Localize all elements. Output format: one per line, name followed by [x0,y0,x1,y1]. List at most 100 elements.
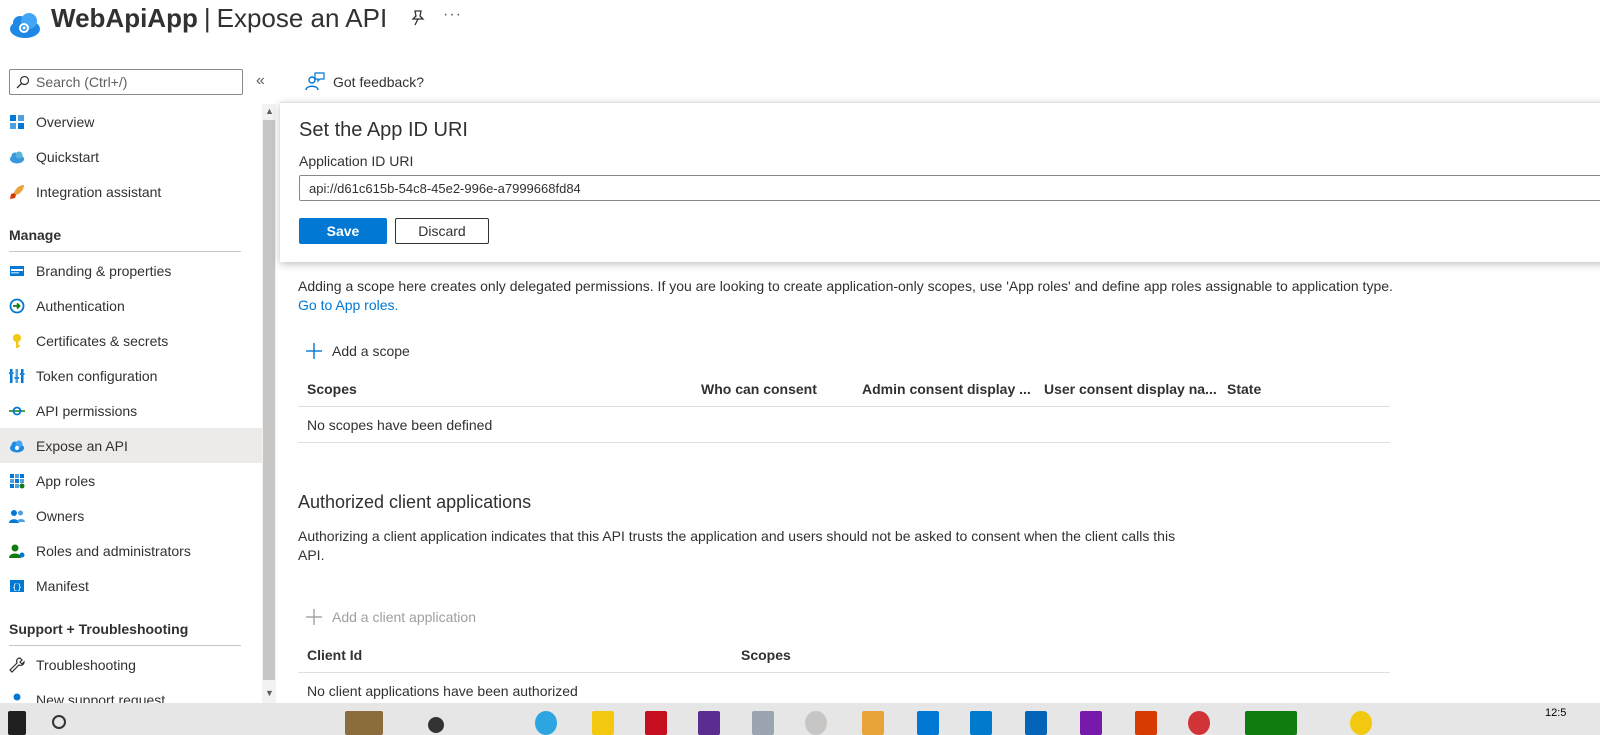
feedback-label: Got feedback? [333,74,425,90]
taskbar-visual-studio-icon[interactable] [698,711,720,735]
manifest-icon: {} [10,579,24,592]
start-button-icon[interactable] [8,711,26,735]
sidebar-item-expose-an-api[interactable]: Expose an API [0,428,262,463]
plus-icon [306,343,322,359]
more-options-icon[interactable]: ··· [443,6,462,24]
table-header-row: Scopes Who can consent Admin consent dis… [298,371,1390,407]
taskbar-explorer-icon[interactable] [592,711,614,735]
section-support-troubleshooting: Support + Troubleshooting [9,621,189,637]
authorized-clients-heading: Authorized client applications [298,492,532,512]
add-scope-label: Add a scope [332,343,410,359]
taskbar-app-green-icon[interactable] [1245,711,1297,735]
app-registration-cloud-icon [10,13,40,38]
section-divider [9,251,241,252]
taskbar-app-icon[interactable] [345,711,383,735]
owners-people-icon [9,509,25,523]
taskbar-app-yellow-icon[interactable] [1350,711,1372,735]
token-bars-icon [9,368,25,383]
quickstart-cloud-icon [10,151,24,163]
search-icon [16,75,30,89]
sidebar-item-label: Roles and administrators [36,542,191,559]
key-icon [13,333,21,348]
taskbar-clock: 12:5 [1545,707,1567,719]
expose-api-cloud-icon [10,440,24,452]
taskbar-app-gray-icon[interactable] [752,711,774,735]
add-client-application-button[interactable]: Add a client application [305,605,476,629]
taskbar-edge-icon[interactable] [535,711,557,735]
sidebar-scrollbar[interactable]: ▲ ▼ [262,104,276,704]
branding-icon [10,265,24,276]
sidebar-item-certificates-secrets[interactable]: Certificates & secrets [0,323,262,358]
sidebar-item-quickstart[interactable]: Quickstart [0,139,262,174]
column-header-who-can-consent[interactable]: Who can consent [701,371,851,407]
table-row: No scopes have been defined [298,407,1390,443]
app-roles-grid-icon [10,473,25,488]
authentication-icon [9,298,25,313]
taskbar-vscode-icon[interactable] [970,711,992,735]
sidebar-item-roles-administrators[interactable]: Roles and administrators [0,533,262,568]
add-scope-button[interactable]: Add a scope [305,339,410,363]
go-to-app-roles-link[interactable]: Go to App roles. [298,297,398,313]
sidebar-item-label: Quickstart [36,148,100,165]
app-name: WebApiApp [51,3,198,33]
search-input[interactable] [36,73,236,91]
taskbar-onenote-icon[interactable] [1080,711,1102,735]
sidebar-item-label: Integration assistant [36,183,162,200]
page-name: Expose an API [216,3,388,33]
column-header-client-id[interactable]: Client Id [307,637,707,673]
column-header-state[interactable]: State [1227,371,1347,407]
taskbar-app-blue-icon[interactable] [917,711,939,735]
taskbar-chrome-icon[interactable] [1188,711,1210,735]
sidebar-item-owners[interactable]: Owners [0,498,262,533]
column-header-scopes[interactable]: Scopes [741,637,1041,673]
sidebar-search[interactable] [9,69,243,95]
scopes-table: Scopes Who can consent Admin consent dis… [298,371,1390,443]
taskbar-settings-icon[interactable] [805,711,827,735]
set-app-id-uri-panel: Set the App ID URI Application ID URI Sa… [280,102,1600,262]
discard-button[interactable]: Discard [395,218,489,244]
sidebar-item-manifest[interactable]: {} Manifest [0,568,262,603]
sidebar-item-overview[interactable]: Overview [0,104,262,139]
scroll-down-icon[interactable]: ▼ [265,688,274,698]
taskbar-cortana-icon[interactable] [428,717,444,733]
application-id-uri-input[interactable] [299,175,1600,201]
sidebar-item-label: Authentication [36,297,125,314]
roles-admin-icon [9,544,25,558]
section-manage: Manage [9,227,62,243]
client-applications-table: Client Id Scopes No client applications … [298,637,1390,709]
got-feedback-button[interactable]: Got feedback? [305,70,424,94]
scrollbar-thumb[interactable] [263,120,275,680]
pin-icon[interactable] [409,9,427,27]
column-header-user-consent[interactable]: User consent display na... [1044,371,1216,407]
sidebar-item-authentication[interactable]: Authentication [0,288,262,323]
overview-grid-icon [10,114,24,129]
taskbar-app-red-icon[interactable] [645,711,667,735]
column-header-scopes[interactable]: Scopes [307,371,687,407]
windows-taskbar: 12:5 [0,703,1600,735]
sidebar-item-label: Overview [36,113,95,130]
sidebar-item-app-roles[interactable]: App roles [0,463,262,498]
sidebar-item-branding[interactable]: Branding & properties [0,253,262,288]
sidebar-item-troubleshooting[interactable]: Troubleshooting [0,647,262,682]
taskbar-outlook-icon[interactable] [1025,711,1047,735]
title-separator: | [203,3,211,33]
table-header-row: Client Id Scopes [298,637,1390,673]
sidebar-item-api-permissions[interactable]: API permissions [0,393,262,428]
sidebar-item-label: Expose an API [36,437,128,454]
sidebar-item-integration-assistant[interactable]: Integration assistant [0,174,262,209]
empty-scopes-message: No scopes have been defined [307,417,493,433]
taskbar-search-icon[interactable] [52,715,66,729]
collapse-sidebar-icon[interactable]: « [256,72,265,90]
sidebar-item-label: App roles [36,472,96,489]
scroll-up-icon[interactable]: ▲ [265,106,274,116]
authorized-clients-description: Authorizing a client application indicat… [298,528,1176,563]
application-id-uri-label: Application ID URI [299,153,414,169]
taskbar-app-deep-orange-icon[interactable] [1135,711,1157,735]
save-button[interactable]: Save [299,218,387,244]
column-header-admin-consent[interactable]: Admin consent display ... [862,371,1032,407]
sidebar-item-label: Token configuration [36,367,158,384]
scopes-description: Adding a scope here creates only delegat… [298,277,1398,315]
page-title: WebApiApp | Expose an API [51,2,387,34]
taskbar-app-orange-icon[interactable] [862,711,884,735]
sidebar-item-token-configuration[interactable]: Token configuration [0,358,262,393]
